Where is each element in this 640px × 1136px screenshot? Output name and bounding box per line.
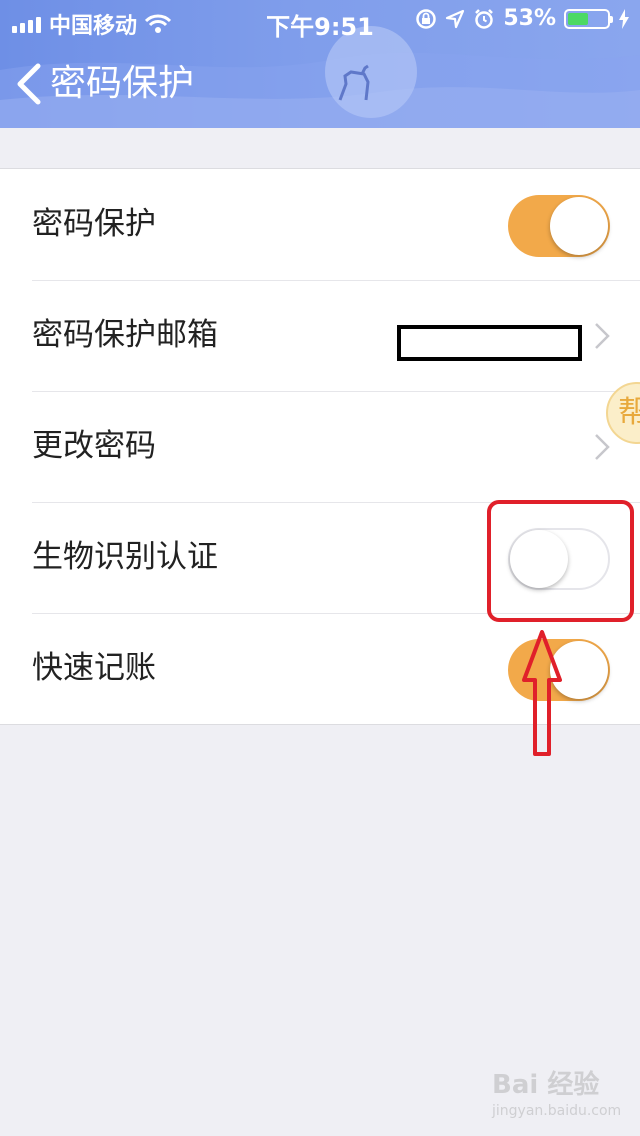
- watermark-main: Bai 经验: [492, 1070, 600, 1100]
- battery-icon: [564, 8, 613, 29]
- row-label: 快速记账: [32, 650, 156, 686]
- row-label: 密码保护: [32, 206, 156, 242]
- header: 中国移动 下午9:51 53% 密码保护: [0, 0, 640, 128]
- toggle-knob: [550, 197, 608, 255]
- alarm-icon: [475, 8, 494, 29]
- password-protection-toggle[interactable]: [508, 195, 610, 257]
- battery-percent: 53%: [503, 6, 556, 31]
- row-label: 更改密码: [32, 428, 156, 464]
- chevron-right-icon: [595, 434, 610, 460]
- row-change-password[interactable]: 更改密码: [0, 391, 640, 502]
- chevron-right-icon: [595, 323, 610, 349]
- page-title: 密码保护: [50, 63, 195, 104]
- location-icon: [446, 9, 465, 28]
- watermark: Bai 经验 jingyan.baidu.com: [492, 1064, 621, 1119]
- charging-bolt-icon: [619, 8, 629, 29]
- rotation-lock-icon: [416, 8, 437, 29]
- row-label: 生物识别认证: [32, 539, 218, 575]
- back-chevron-icon[interactable]: [14, 62, 44, 106]
- annotation-highlight-box: [487, 500, 634, 622]
- redacted-email-box: [397, 325, 582, 361]
- row-label: 密码保护邮箱: [32, 317, 218, 353]
- watermark-sub: jingyan.baidu.com: [492, 1103, 622, 1119]
- nav-bar: 密码保护: [0, 52, 640, 116]
- status-bar: 中国移动 下午9:51 53%: [0, 0, 640, 41]
- row-password-protection: 密码保护: [0, 169, 640, 280]
- annotation-up-arrow-icon: [522, 630, 562, 756]
